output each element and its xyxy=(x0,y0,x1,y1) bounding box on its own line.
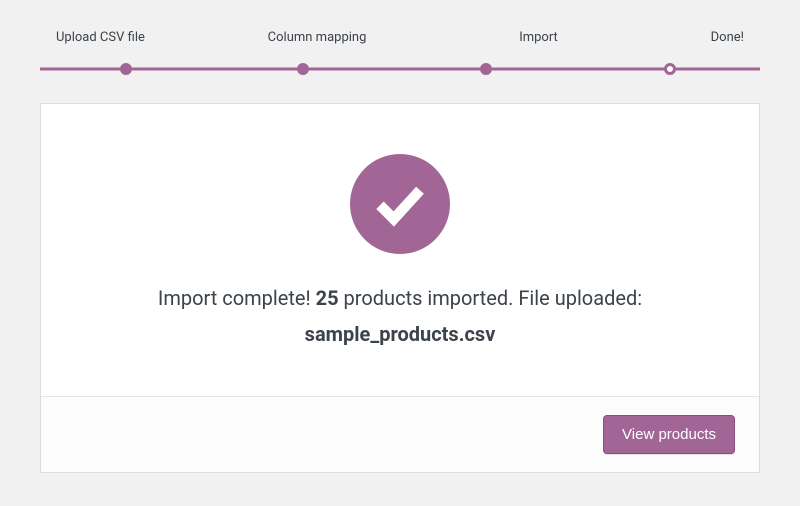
step-label-done: Done! xyxy=(711,30,744,45)
result-body: Import complete! 25 products imported. F… xyxy=(41,104,759,396)
message-mid: products imported. File uploaded: xyxy=(339,286,643,310)
import-result-message: Import complete! 25 products imported. F… xyxy=(81,282,719,314)
view-products-button[interactable]: View products xyxy=(603,415,735,454)
progress-stepper: Upload CSV file Column mapping Import Do… xyxy=(40,30,760,79)
stepper-labels: Upload CSV file Column mapping Import Do… xyxy=(40,30,760,45)
stepper-track xyxy=(40,59,760,79)
import-count: 25 xyxy=(316,286,339,310)
import-wizard: Upload CSV file Column mapping Import Do… xyxy=(0,0,800,503)
uploaded-filename: sample_products.csv xyxy=(81,322,719,346)
check-icon xyxy=(350,154,450,254)
result-card: Import complete! 25 products imported. F… xyxy=(40,103,760,473)
step-dot-import xyxy=(480,63,492,75)
stepper-dots xyxy=(40,59,760,79)
check-icon-wrap xyxy=(81,154,719,254)
step-dot-done xyxy=(664,63,676,75)
step-dot-mapping xyxy=(297,63,309,75)
step-label-import: Import xyxy=(519,30,558,45)
step-label-upload: Upload CSV file xyxy=(56,30,145,45)
step-dot-upload xyxy=(120,63,132,75)
step-label-mapping: Column mapping xyxy=(268,30,367,45)
result-footer: View products xyxy=(41,396,759,472)
message-prefix: Import complete! xyxy=(158,286,316,310)
